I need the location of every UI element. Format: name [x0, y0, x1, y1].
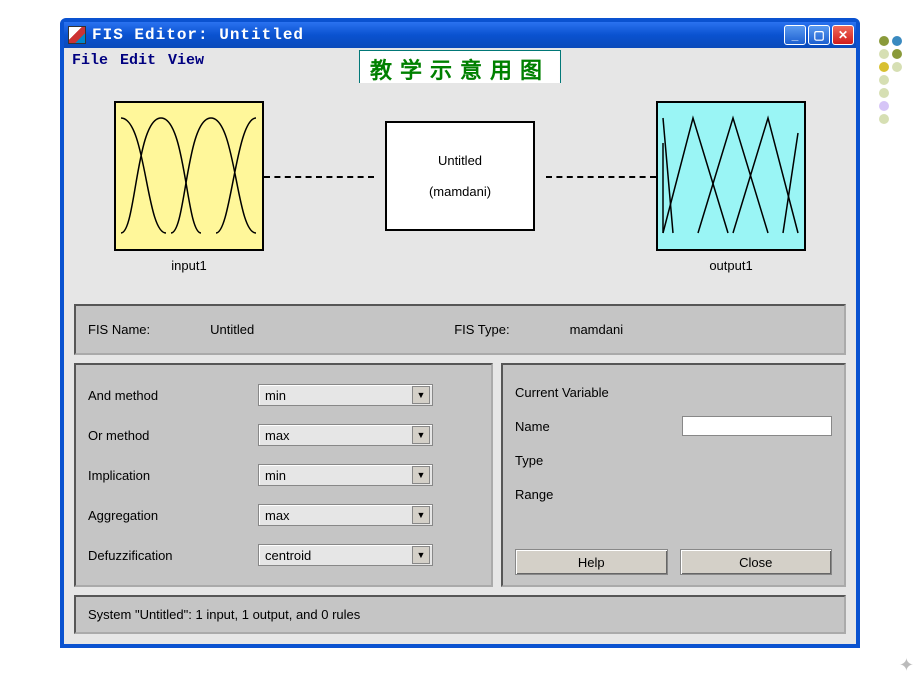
- help-button[interactable]: Help: [515, 549, 668, 575]
- aggregation-value: max: [265, 508, 290, 523]
- status-text: System "Untitled": 1 input, 1 output, an…: [88, 607, 360, 622]
- resize-arrow-icon: ✦: [899, 655, 914, 676]
- input-label: input1: [114, 258, 264, 273]
- menubar: File Edit View 教学示意用图: [64, 48, 856, 73]
- fis-diagram-canvas: input1 Untitled (mamdani) output1: [74, 83, 846, 298]
- status-bar: System "Untitled": 1 input, 1 output, an…: [74, 595, 846, 634]
- fis-type-label: FIS Type:: [454, 322, 509, 337]
- defuzzification-value: centroid: [265, 548, 311, 563]
- connector-right: [546, 176, 656, 178]
- chevron-down-icon: ▼: [412, 546, 430, 564]
- and-method-value: min: [265, 388, 286, 403]
- output-variable-box[interactable]: [656, 101, 806, 251]
- fis-info-panel: FIS Name: Untitled FIS Type: mamdani: [74, 304, 846, 355]
- chevron-down-icon: ▼: [412, 466, 430, 484]
- implication-value: min: [265, 468, 286, 483]
- window-controls: _ ▢ ✕: [784, 25, 854, 45]
- fis-name-label: FIS Name:: [88, 322, 150, 337]
- implication-select[interactable]: min ▼: [258, 464, 433, 486]
- maximize-button[interactable]: ▢: [808, 25, 830, 45]
- fis-type-value: mamdani: [570, 322, 623, 337]
- current-variable-header: Current Variable: [515, 385, 609, 400]
- close-button[interactable]: Close: [680, 549, 833, 575]
- rule-box[interactable]: Untitled (mamdani): [385, 121, 535, 231]
- fis-name-value: Untitled: [210, 322, 254, 337]
- chevron-down-icon: ▼: [412, 386, 430, 404]
- or-method-select[interactable]: max ▼: [258, 424, 433, 446]
- var-name-label: Name: [515, 419, 615, 434]
- aggregation-select[interactable]: max ▼: [258, 504, 433, 526]
- and-method-label: And method: [88, 388, 258, 403]
- or-method-value: max: [265, 428, 290, 443]
- implication-label: Implication: [88, 468, 258, 483]
- rule-type: (mamdani): [429, 184, 491, 199]
- and-method-select[interactable]: min ▼: [258, 384, 433, 406]
- current-variable-panel: Current Variable Name Type Range Help Cl…: [501, 363, 846, 587]
- minimize-button[interactable]: _: [784, 25, 806, 45]
- rule-name: Untitled: [438, 153, 482, 168]
- defuzzification-label: Defuzzification: [88, 548, 258, 563]
- input-mf-icon: [116, 103, 262, 249]
- or-method-label: Or method: [88, 428, 258, 443]
- output-label: output1: [656, 258, 806, 273]
- input-variable-box[interactable]: [114, 101, 264, 251]
- var-name-input[interactable]: [682, 416, 832, 436]
- output-mf-icon: [658, 103, 804, 249]
- titlebar[interactable]: FIS Editor: Untitled _ ▢ ✕: [64, 22, 856, 48]
- connector-left: [264, 176, 374, 178]
- menu-edit[interactable]: Edit: [120, 52, 156, 69]
- window-close-button[interactable]: ✕: [832, 25, 854, 45]
- aggregation-label: Aggregation: [88, 508, 258, 523]
- defuzzification-select[interactable]: centroid ▼: [258, 544, 433, 566]
- window-title: FIS Editor: Untitled: [92, 26, 784, 44]
- methods-panel: And method min ▼ Or method max ▼ Implica…: [74, 363, 493, 587]
- var-type-label: Type: [515, 453, 615, 468]
- app-window: FIS Editor: Untitled _ ▢ ✕ File Edit Vie…: [60, 18, 860, 648]
- menu-view[interactable]: View: [168, 52, 204, 69]
- chevron-down-icon: ▼: [412, 426, 430, 444]
- menu-file[interactable]: File: [72, 52, 108, 69]
- chevron-down-icon: ▼: [412, 506, 430, 524]
- app-icon: [68, 26, 86, 44]
- var-range-label: Range: [515, 487, 615, 502]
- decorative-dots: [879, 36, 902, 124]
